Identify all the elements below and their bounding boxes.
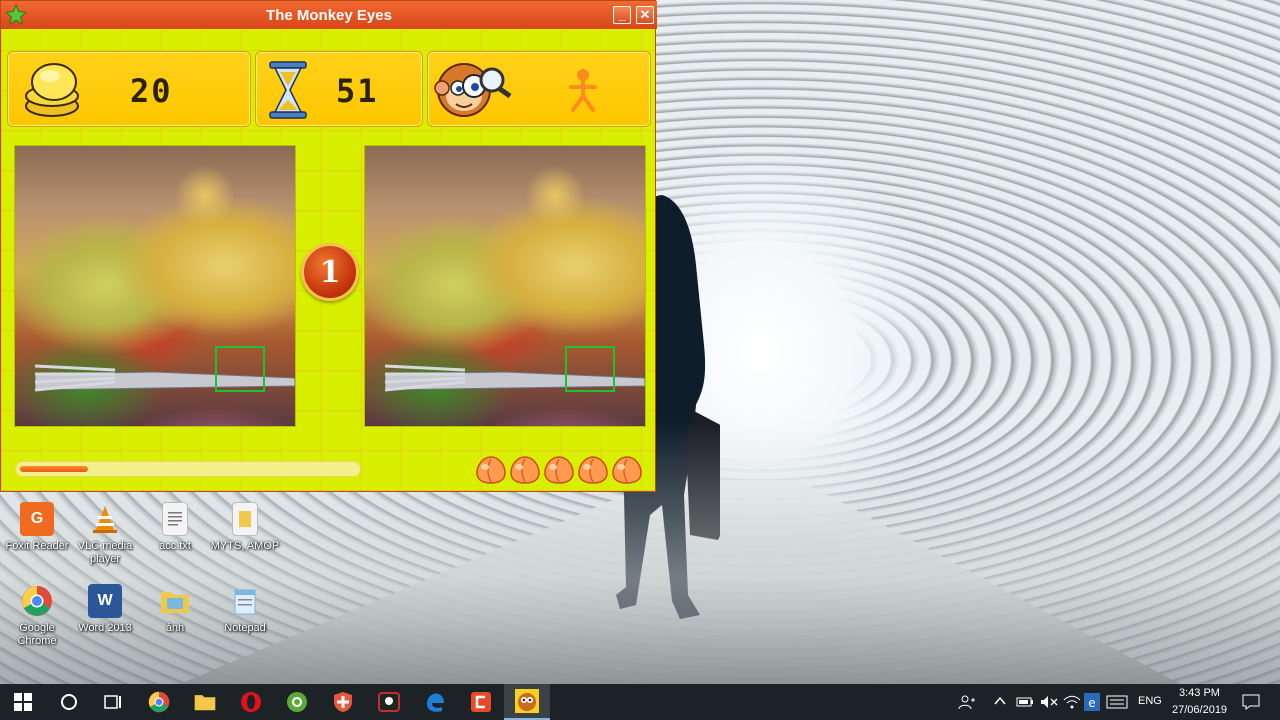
peach-icon bbox=[510, 456, 540, 484]
desktop-icon-label: VLC media player bbox=[77, 540, 133, 565]
found-difference-marker bbox=[565, 346, 615, 392]
lives-row bbox=[475, 453, 643, 485]
taskbar-edge[interactable] bbox=[412, 684, 458, 720]
desktop-icon-notepad[interactable]: Notepad bbox=[208, 584, 282, 635]
task-view-icon bbox=[104, 695, 121, 709]
desktop-icon-label: MYTS, AMOP bbox=[210, 540, 280, 552]
clock-date[interactable]: 27/06/2019 bbox=[1172, 704, 1227, 716]
desktop-icon-label: Notepad bbox=[224, 622, 266, 634]
coins-value: 20 bbox=[130, 72, 173, 110]
svg-text:e: e bbox=[1088, 696, 1095, 710]
edge-icon bbox=[427, 693, 444, 712]
mail-app-icon bbox=[378, 692, 400, 712]
time-left-value: 51 bbox=[336, 72, 379, 110]
peach-icon bbox=[578, 456, 608, 484]
desktop-icon-myts[interactable]: MYTS, AMOP bbox=[208, 502, 282, 553]
taskbar-avast[interactable] bbox=[320, 684, 366, 720]
notifications-icon[interactable] bbox=[1242, 694, 1260, 710]
player-figure-icon bbox=[569, 69, 597, 112]
chevron-up-icon[interactable] bbox=[994, 696, 1006, 706]
timer-panel: 51 bbox=[255, 51, 423, 127]
people-icon[interactable] bbox=[958, 694, 976, 710]
taskbar-coccoc[interactable] bbox=[274, 684, 320, 720]
taskbar-camtasia[interactable] bbox=[458, 684, 504, 720]
folder-icon bbox=[194, 695, 216, 711]
wifi-icon[interactable] bbox=[1063, 694, 1081, 710]
clock-time[interactable]: 3:43 PM bbox=[1179, 687, 1220, 699]
folder-icon bbox=[158, 584, 192, 618]
desktop-icon-word[interactable]: W Word 2013 bbox=[68, 584, 142, 635]
keyboard-icon[interactable] bbox=[1106, 695, 1128, 709]
battery-icon[interactable] bbox=[1016, 695, 1034, 709]
desktop-icon-label: ảnh bbox=[165, 622, 185, 634]
time-progress-bar bbox=[15, 461, 361, 477]
round-badge: 1 bbox=[301, 243, 359, 301]
cortana-button[interactable] bbox=[46, 684, 92, 720]
notepad-icon bbox=[228, 584, 262, 618]
peach-icon bbox=[544, 456, 574, 484]
taskbar-chrome[interactable] bbox=[136, 684, 182, 720]
taskbar-mail[interactable] bbox=[366, 684, 412, 720]
coccoc-icon bbox=[287, 692, 307, 712]
monkey-eyes-window: The Monkey Eyes _ ✕ 20 51 1 bbox=[0, 0, 657, 492]
camtasia-icon bbox=[471, 692, 491, 712]
ie-tray-icon[interactable]: e bbox=[1084, 693, 1100, 711]
left-photo[interactable] bbox=[14, 145, 296, 427]
desktop-icon-label: Word 2013 bbox=[78, 622, 132, 634]
start-button[interactable] bbox=[0, 684, 46, 720]
document-icon bbox=[232, 502, 258, 536]
peach-icon bbox=[612, 456, 642, 484]
coins-panel: 20 bbox=[7, 51, 251, 127]
tunnel-floor bbox=[180, 480, 1180, 684]
taskbar-monkey-eyes[interactable] bbox=[504, 684, 550, 720]
chrome-icon bbox=[148, 691, 170, 713]
chrome-icon bbox=[20, 584, 54, 618]
speaker-muted-icon[interactable] bbox=[1040, 695, 1058, 709]
desktop-icon-label: Google Chrome bbox=[17, 622, 57, 647]
right-photo[interactable] bbox=[364, 145, 646, 427]
desktop-icon-label: acc.txt bbox=[159, 540, 191, 552]
desktop-icon-acc-txt[interactable]: acc.txt bbox=[138, 502, 212, 553]
monkey-magnifier-icon bbox=[434, 63, 512, 117]
minimize-button[interactable]: _ bbox=[613, 6, 631, 24]
coin-stack-icon bbox=[25, 63, 79, 117]
taskbar-opera[interactable] bbox=[228, 684, 274, 720]
taskbar: e ENG 3:43 PM 27/06/2019 bbox=[0, 684, 1280, 720]
language-indicator[interactable]: ENG bbox=[1138, 695, 1162, 707]
word-icon: W bbox=[88, 584, 122, 618]
foxit-reader-icon: G bbox=[20, 502, 54, 536]
peach-icon bbox=[476, 456, 506, 484]
window-title: The Monkey Eyes bbox=[266, 6, 392, 24]
shield-icon bbox=[334, 692, 352, 712]
star-app-icon bbox=[5, 4, 27, 26]
desktop-icon-chrome[interactable]: Google Chrome bbox=[0, 584, 74, 648]
desktop-icon-label: Foxit Reader bbox=[5, 540, 69, 552]
desktop-icon-foxit-reader[interactable]: G Foxit Reader bbox=[0, 502, 74, 553]
search-circle-icon bbox=[61, 694, 77, 710]
opera-icon bbox=[241, 692, 261, 712]
close-button[interactable]: ✕ bbox=[636, 6, 654, 24]
time-progress-fill bbox=[20, 466, 88, 472]
vlc-cone-icon bbox=[88, 502, 122, 536]
window-title-bar[interactable]: The Monkey Eyes _ ✕ bbox=[1, 1, 657, 29]
hourglass-icon bbox=[269, 61, 307, 119]
windows-logo-icon bbox=[14, 693, 32, 711]
taskbar-file-explorer[interactable] bbox=[182, 684, 228, 720]
monkey-app-icon bbox=[515, 689, 539, 713]
desktop-icon-vlc[interactable]: VLC media player bbox=[68, 502, 142, 566]
desktop-icon-anh[interactable]: ảnh bbox=[138, 584, 212, 635]
player-panel bbox=[427, 51, 651, 127]
found-difference-marker bbox=[215, 346, 265, 392]
text-file-icon bbox=[162, 502, 188, 536]
task-view-button[interactable] bbox=[90, 684, 136, 720]
